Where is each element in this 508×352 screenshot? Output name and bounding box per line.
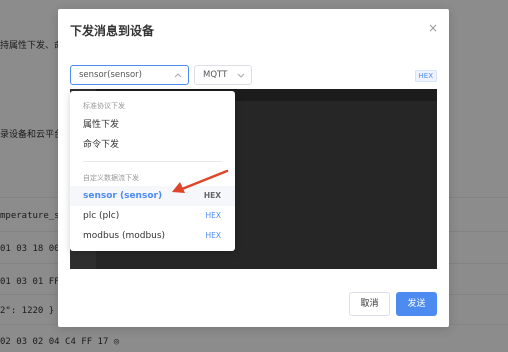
dropdown-item-label: sensor (sensor): [83, 191, 163, 201]
chevron-down-icon: [237, 66, 245, 91]
dropdown-item-command[interactable]: 命令下发: [70, 135, 235, 155]
device-select-value: sensor(sensor): [79, 70, 142, 80]
hex-tag: HEX: [205, 231, 221, 240]
hex-tag: HEX: [205, 211, 221, 220]
cancel-button[interactable]: 取消: [349, 292, 390, 316]
device-select[interactable]: sensor(sensor): [70, 65, 189, 85]
dropdown-item-label: modbus (modbus): [83, 231, 166, 241]
protocol-select-value: MQTT: [203, 70, 228, 80]
protocol-select[interactable]: MQTT: [194, 65, 252, 85]
dropdown-divider: [83, 161, 222, 162]
chevron-up-icon: [174, 66, 182, 91]
annotation-arrow-icon: [172, 169, 229, 193]
send-button[interactable]: 发送: [396, 292, 437, 316]
dropdown-item-modbus[interactable]: modbus (modbus) HEX: [70, 226, 235, 246]
format-tag: HEX: [414, 70, 437, 82]
modal-title: 下发消息到设备: [70, 24, 155, 38]
close-icon[interactable]: ×: [428, 22, 438, 34]
dropdown-group-custom: 自定义数据流下发: [83, 174, 139, 182]
dropdown-item-label: plc (plc): [83, 211, 120, 221]
dropdown-item-plc[interactable]: plc (plc) HEX: [70, 206, 235, 226]
dropdown-item-property[interactable]: 属性下发: [70, 115, 235, 135]
dropdown-group-standard: 标准协议下发: [83, 102, 125, 110]
